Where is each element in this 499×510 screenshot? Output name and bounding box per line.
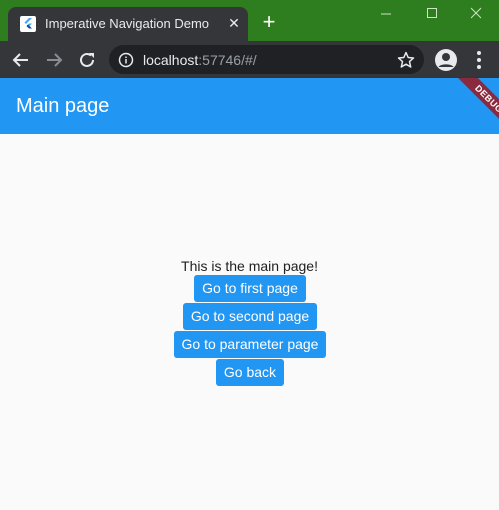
- main-content: This is the main page! Go to first page …: [0, 134, 499, 510]
- go-to-parameter-page-button[interactable]: Go to parameter page: [174, 331, 326, 358]
- flutter-logo-icon: [20, 16, 36, 32]
- forward-arrow-icon[interactable]: [40, 46, 68, 74]
- url-text[interactable]: localhost:57746/#/: [143, 52, 257, 68]
- back-arrow-icon[interactable]: [7, 46, 35, 74]
- tab-close-icon[interactable]: ✕: [226, 15, 242, 31]
- app-bar: Main page DEBUG: [0, 78, 499, 134]
- main-page-text: This is the main page!: [181, 258, 318, 274]
- go-to-second-page-button[interactable]: Go to second page: [183, 303, 317, 330]
- page-title: Main page: [16, 95, 110, 117]
- maximize-icon[interactable]: [409, 0, 455, 28]
- reload-icon[interactable]: [73, 46, 101, 74]
- browser-titlebar: Imperative Navigation Demo ✕ +: [0, 0, 499, 41]
- url-path: :57746/#/: [198, 52, 257, 68]
- tab-title: Imperative Navigation Demo: [45, 16, 210, 31]
- profile-avatar-icon[interactable]: [434, 48, 458, 72]
- debug-banner: DEBUG: [454, 78, 499, 134]
- go-back-button[interactable]: Go back: [216, 359, 284, 386]
- new-tab-button[interactable]: +: [258, 11, 280, 34]
- url-host: localhost: [143, 52, 199, 68]
- bookmark-star-icon[interactable]: [397, 51, 415, 69]
- address-bar[interactable]: localhost:57746/#/: [109, 45, 424, 74]
- info-icon[interactable]: [118, 52, 134, 68]
- close-icon[interactable]: [453, 0, 499, 28]
- go-to-first-page-button[interactable]: Go to first page: [194, 275, 306, 302]
- browser-tab[interactable]: Imperative Navigation Demo ✕: [8, 7, 248, 41]
- minimize-icon[interactable]: [363, 0, 409, 28]
- browser-toolbar: localhost:57746/#/: [0, 41, 499, 78]
- more-vertical-icon[interactable]: [470, 49, 488, 71]
